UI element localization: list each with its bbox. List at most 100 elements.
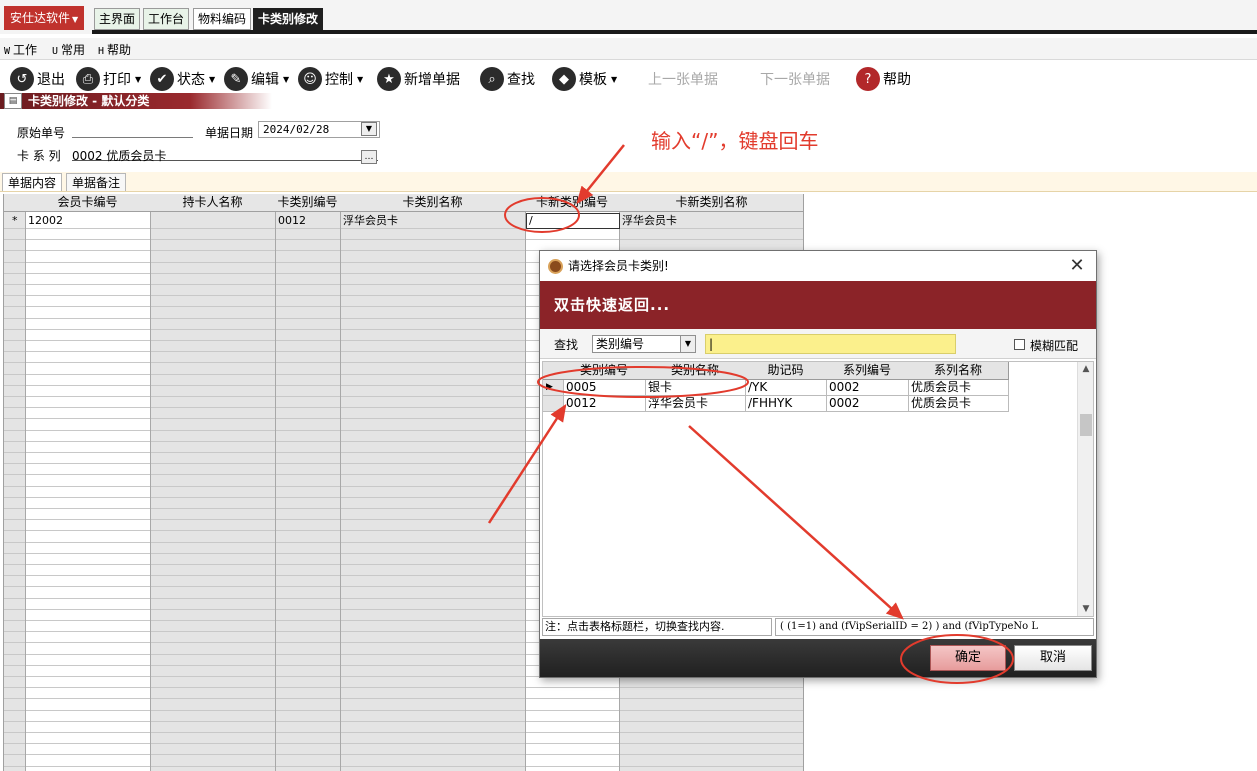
- grid-row-line: [4, 228, 803, 229]
- dlg-row-code[interactable]: 0005: [563, 380, 646, 396]
- dlg-col-header-mnemonic[interactable]: 助记码: [745, 362, 827, 380]
- col-header-holder[interactable]: 持卡人名称: [150, 194, 276, 212]
- help-button[interactable]: ? 帮助: [856, 66, 911, 92]
- hint-note: 注：点击表格标题栏，切换查找内容.: [542, 618, 772, 636]
- fuzzy-match-checkbox[interactable]: [1014, 339, 1025, 350]
- grid-row-line: [4, 765, 803, 767]
- cell-new-type-no-input[interactable]: /: [526, 213, 620, 229]
- cell-type-name[interactable]: 浮华会员卡: [341, 214, 398, 228]
- row-pointer-icon: ▶: [543, 380, 564, 396]
- menu-help[interactable]: H 帮助: [98, 41, 131, 58]
- status-button[interactable]: ✔ 状态 ▼: [150, 66, 215, 92]
- cell-new-type-name[interactable]: 浮华会员卡: [620, 214, 677, 228]
- check-icon: ✔: [150, 67, 174, 91]
- tab-doc-remarks[interactable]: 单据备注: [66, 173, 127, 191]
- dlg-row-series-no[interactable]: 0002: [826, 380, 909, 396]
- tab-card-type-modify[interactable]: 卡类别修改: [253, 8, 324, 30]
- dlg-col-header-series-name[interactable]: 系列名称: [908, 362, 1009, 380]
- find-button[interactable]: ⌕ 查找: [480, 66, 535, 92]
- dlg-row-series-no[interactable]: 0002: [826, 396, 909, 412]
- series-browse-button[interactable]: …: [361, 150, 377, 164]
- col-header-new-type-name[interactable]: 卡新类别名称: [619, 194, 803, 212]
- grid-col-line: [25, 212, 26, 771]
- dlg-row-mnemonic[interactable]: /YK: [745, 380, 827, 396]
- app-logo-icon: [548, 259, 563, 274]
- col-header-type-no[interactable]: 卡类别编号: [275, 194, 341, 212]
- dlg-col-header-code[interactable]: 类别编号: [563, 362, 646, 380]
- control-button[interactable]: ☺ 控制 ▼: [298, 66, 363, 92]
- dlg-row-series-name[interactable]: 优质会员卡: [908, 396, 1009, 412]
- dlg-row-name[interactable]: 银卡: [645, 380, 746, 396]
- scroll-thumb[interactable]: [1080, 414, 1092, 436]
- form-title-bar: ▤ 卡类别修改 - 默认分类: [0, 93, 272, 109]
- grid-col-line: [150, 212, 151, 771]
- close-icon[interactable]: ✕: [1066, 255, 1088, 277]
- menu-bar: W 工作 U 常用 H 帮助: [0, 38, 1257, 60]
- eraser-icon: ◆: [552, 67, 576, 91]
- col-header-new-type-no[interactable]: 卡新类别编号: [525, 194, 620, 212]
- grid-row-line: [4, 687, 803, 689]
- dlg-row-series-name[interactable]: 优质会员卡: [908, 380, 1009, 396]
- tab-material-code[interactable]: 物料编码: [193, 8, 252, 30]
- search-field-select[interactable]: 类别编号 ▼: [592, 335, 696, 353]
- tab-main[interactable]: 主界面: [94, 8, 141, 30]
- ok-button[interactable]: 确定: [930, 645, 1006, 671]
- select-card-type-dialog: 请选择会员卡类别! ✕ 双击快速返回... 查找 类别编号 ▼ | 模糊匹配 类…: [539, 250, 1097, 678]
- dialog-banner: 双击快速返回...: [540, 281, 1096, 329]
- tab-doc-content[interactable]: 单据内容: [2, 173, 63, 191]
- dlg-row-mnemonic[interactable]: /FHHYK: [745, 396, 827, 412]
- exit-button[interactable]: ↺ 退出: [10, 66, 65, 92]
- col-header-card-no[interactable]: 会员卡编号: [25, 194, 151, 212]
- scroll-down-icon[interactable]: ▼: [1078, 602, 1093, 616]
- dlg-col-header-series-no[interactable]: 系列编号: [826, 362, 909, 380]
- cancel-button[interactable]: 取消: [1014, 645, 1092, 671]
- scroll-up-icon[interactable]: ▲: [1078, 362, 1093, 376]
- grid-row-line: [4, 709, 803, 711]
- top-tab-bar: 安仕达软件 ▼ 主界面 工作台 物料编码 卡类别修改: [0, 0, 1257, 34]
- row-marker: *: [12, 214, 18, 227]
- grid-row-line: [4, 754, 803, 756]
- chevron-down-icon[interactable]: ▼: [680, 336, 695, 352]
- dialog-result-grid: 类别编号 类别名称 助记码 系列编号 系列名称 ▶ 0005 银卡 /YK 00…: [542, 361, 1094, 617]
- annotation-text: 输入“/”，键盘回车: [651, 129, 819, 153]
- dlg-row-code[interactable]: 0012: [563, 396, 646, 412]
- vertical-scrollbar[interactable]: ▲ ▼: [1077, 362, 1093, 616]
- dialog-title: 请选择会员卡类别!: [568, 259, 669, 273]
- dlg-col-header-name[interactable]: 类别名称: [645, 362, 746, 380]
- orig-no-field[interactable]: [72, 124, 193, 138]
- prev-doc-button[interactable]: 上一张单据: [648, 66, 718, 92]
- brand-menu-button[interactable]: 安仕达软件 ▼: [4, 6, 85, 30]
- dlg-row-name[interactable]: 浮华会员卡: [645, 396, 746, 412]
- page-tabs: 单据内容 单据备注: [0, 172, 1257, 192]
- search-input[interactable]: |: [705, 334, 956, 354]
- tab-underline: [92, 30, 1257, 34]
- caret-down-icon: ▼: [72, 15, 79, 24]
- menu-work[interactable]: W 工作: [4, 41, 37, 58]
- series-field[interactable]: 0002 优质会员卡: [72, 147, 378, 163]
- pencil-icon: ✎: [224, 67, 248, 91]
- question-icon: ?: [856, 67, 880, 91]
- grid-row-line: [4, 732, 803, 733]
- new-doc-button[interactable]: ★ 新增单据: [377, 66, 460, 92]
- print-button[interactable]: ⎙ 打印 ▼: [76, 66, 141, 92]
- col-header-type-name[interactable]: 卡类别名称: [340, 194, 526, 212]
- edit-button[interactable]: ✎ 编辑 ▼: [224, 66, 289, 92]
- dialog-grid-corner: [543, 362, 564, 380]
- date-dropdown-button[interactable]: ▼: [361, 122, 377, 136]
- grid-row-line: [4, 720, 803, 722]
- grid-corner-header: [4, 194, 26, 212]
- menu-common[interactable]: U 常用: [52, 41, 85, 58]
- sql-filter-text: ( (1=1) and (fVipSerialID = 2) ) and (fV…: [775, 618, 1094, 636]
- grid-col-line: [525, 212, 526, 771]
- dialog-footer: 确定 取消: [540, 639, 1096, 677]
- fuzzy-match-label: 模糊匹配: [1030, 339, 1079, 353]
- toolbar: ↺ 退出 ⎙ 打印 ▼ ✔ 状态 ▼ ✎ 编辑 ▼ ☺ 控制 ▼ ★ 新增单据 ⌕ 查找 ◆ 模板 ▼ 上…: [0, 62, 1257, 96]
- tab-workbench[interactable]: 工作台: [143, 8, 190, 30]
- grid-col-line: [275, 212, 276, 771]
- date-label: 单据日期: [205, 126, 254, 140]
- next-doc-button[interactable]: 下一张单据: [760, 66, 830, 92]
- exit-icon: ↺: [10, 67, 34, 91]
- template-button[interactable]: ◆ 模板 ▼: [552, 66, 617, 92]
- cell-type-no[interactable]: 0012: [276, 214, 306, 228]
- cell-card-no[interactable]: 12002: [26, 214, 63, 228]
